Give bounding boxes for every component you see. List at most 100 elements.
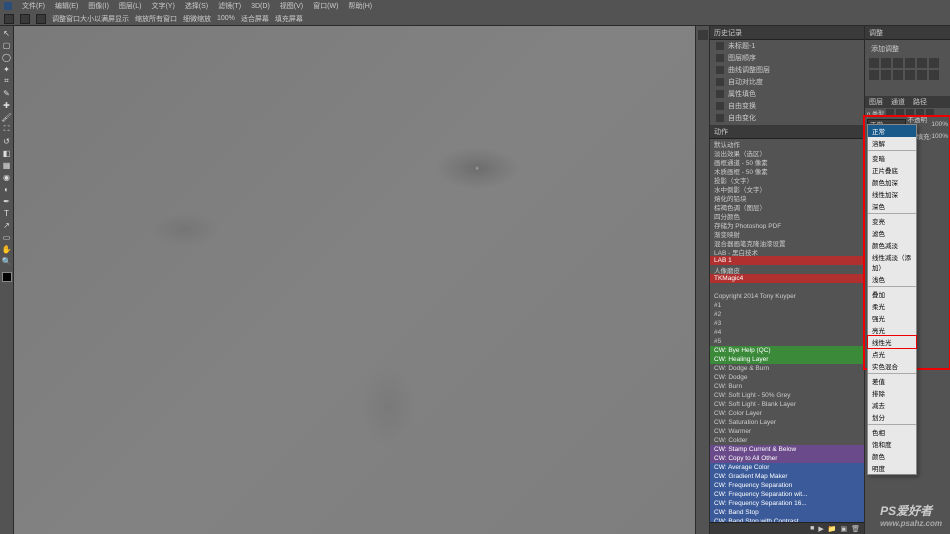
history-step[interactable]: 图层顺序 [710,52,864,64]
eyedropper-tool-icon[interactable]: ✎ [2,88,12,98]
action-item[interactable]: CW: Frequency Separation wit... [710,490,864,499]
action-item[interactable]: TKMagic4 [710,274,864,283]
action-item[interactable]: CW: Copy to All Other [710,454,864,463]
blend-mode-option[interactable]: 饱和度 [868,438,916,450]
action-item[interactable]: LAB - 黑白技术 [710,247,864,256]
opt-100[interactable]: 100% [217,15,235,22]
menu-file[interactable]: 文件(F) [22,1,45,11]
new-action-icon[interactable]: ▣ [840,525,847,533]
action-item[interactable]: CW: Soft Light - 50% Grey [710,391,864,400]
action-item[interactable]: 熔化的铅块 [710,193,864,202]
blend-mode-option[interactable]: 颜色减淡 [868,239,916,251]
shape-tool-icon[interactable]: ▭ [2,232,12,242]
wand-tool-icon[interactable]: ✦ [2,64,12,74]
stamp-tool-icon[interactable]: ⛶ [2,124,12,134]
blend-mode-option[interactable]: 滤色 [868,227,916,239]
action-item[interactable]: CW: Average Color [710,463,864,472]
action-item[interactable]: #2 [710,310,864,319]
action-item[interactable]: 投影（文字） [710,175,864,184]
move-tool-icon[interactable]: ↖ [2,28,12,38]
canvas-viewport[interactable] [14,26,695,534]
filter-adjust-icon[interactable] [896,109,904,117]
vibrance-icon[interactable] [917,58,927,68]
menu-layer[interactable]: 图层(L) [119,1,142,11]
blend-mode-option[interactable]: 正常 [868,125,916,137]
blend-mode-option[interactable]: 线性光 [867,335,917,349]
opacity-value[interactable]: 100% [931,121,948,128]
action-item[interactable]: CW: Dodge [710,373,864,382]
action-item[interactable]: CW: Dodge & Burn [710,364,864,373]
action-item[interactable]: CW: Frequency Separation [710,481,864,490]
history-panel-header[interactable]: 历史记录 [710,26,864,40]
tool-preset-icon[interactable] [4,14,14,24]
chanmix-icon[interactable] [905,70,915,80]
brush-tool-icon[interactable]: 🖌 [2,112,12,122]
blend-mode-option[interactable]: 线性加深 [868,188,916,200]
filter-pixel-icon[interactable] [886,109,894,117]
action-item[interactable]: CW: Burn [710,382,864,391]
type-tool-icon[interactable]: T [2,208,12,218]
blend-mode-option[interactable]: 排除 [868,387,916,399]
menu-select[interactable]: 选择(S) [185,1,208,11]
history-step[interactable]: 自由变换 [710,100,864,112]
menu-window[interactable]: 窗口(W) [313,1,338,11]
history-brush-icon[interactable]: ↺ [2,136,12,146]
action-item[interactable]: 画框通道 - 50 像素 [710,157,864,166]
action-item[interactable]: #1 [710,301,864,310]
gradient-tool-icon[interactable]: ▦ [2,160,12,170]
action-item[interactable]: 混合器画笔克隆油漆设置 [710,238,864,247]
photofilter-icon[interactable] [893,70,903,80]
history-step[interactable]: 自动对比度 [710,76,864,88]
trash-icon[interactable]: 🗑 [851,525,860,533]
pen-tool-icon[interactable]: ✒ [2,196,12,206]
action-item[interactable]: 存储为 Photoshop PDF [710,220,864,229]
blend-mode-option[interactable]: 实色混合 [868,360,916,372]
action-item[interactable]: 木质画框 - 50 像素 [710,166,864,175]
action-item[interactable]: CW: Healing Layer [710,355,864,364]
action-item[interactable]: CW: Frequency Separation 16... [710,499,864,508]
action-item[interactable]: CW: Warmer [710,427,864,436]
collapsed-panel-icon[interactable] [698,30,708,40]
marquee-tool-icon[interactable]: ▢ [2,40,12,50]
opt-fit[interactable]: 适合屏幕 [241,14,269,24]
colorbal-icon[interactable] [869,70,879,80]
menu-image[interactable]: 图像(I) [88,1,109,11]
blur-tool-icon[interactable]: ◉ [2,172,12,182]
history-step[interactable]: 属性填色 [710,88,864,100]
tab-paths[interactable]: 路径 [909,97,931,107]
menu-help[interactable]: 帮助(H) [348,1,372,11]
menu-filter[interactable]: 滤镜(T) [218,1,241,11]
action-item[interactable]: #4 [710,328,864,337]
stop-icon[interactable]: ■ [810,525,814,532]
blend-mode-option[interactable]: 点光 [868,348,916,360]
history-doc[interactable]: 未标题-1 [710,40,864,52]
tab-layers[interactable]: 图层 [865,97,887,107]
blend-mode-option[interactable]: 变暗 [868,152,916,164]
blend-mode-option[interactable]: 正片叠底 [868,164,916,176]
blend-mode-option[interactable]: 深色 [868,200,916,212]
action-item[interactable]: 渐变映射 [710,229,864,238]
levels-icon[interactable] [881,58,891,68]
hand-tool-icon[interactable]: ✋ [2,244,12,254]
heal-tool-icon[interactable]: ✚ [2,100,12,110]
action-item[interactable]: CW: Stamp Current & Below [710,445,864,454]
blend-mode-option[interactable]: 颜色 [868,450,916,462]
action-item[interactable]: 棕褐色调（图层） [710,202,864,211]
eraser-tool-icon[interactable]: ◧ [2,148,12,158]
bw-icon[interactable] [881,70,891,80]
path-tool-icon[interactable]: ↗ [2,220,12,230]
blend-mode-option[interactable]: 明度 [868,462,916,474]
curves-icon[interactable] [893,58,903,68]
action-item[interactable]: CW: Colder [710,436,864,445]
brightness-icon[interactable] [869,58,879,68]
action-item[interactable]: Copyright 2014 Tony Kuyper [710,292,864,301]
actions-panel-header[interactable]: 动作 [710,125,864,139]
menu-3d[interactable]: 3D(D) [251,3,270,10]
opt-scrubby[interactable]: 细微缩放 [183,14,211,24]
new-set-icon[interactable]: 📁 [828,525,837,533]
blend-mode-option[interactable]: 变亮 [868,215,916,227]
blend-mode-option[interactable]: 强光 [868,312,916,324]
zoom-tool-icon[interactable]: 🔍 [2,256,12,266]
menu-edit[interactable]: 编辑(E) [55,1,78,11]
menu-type[interactable]: 文字(Y) [151,1,174,11]
